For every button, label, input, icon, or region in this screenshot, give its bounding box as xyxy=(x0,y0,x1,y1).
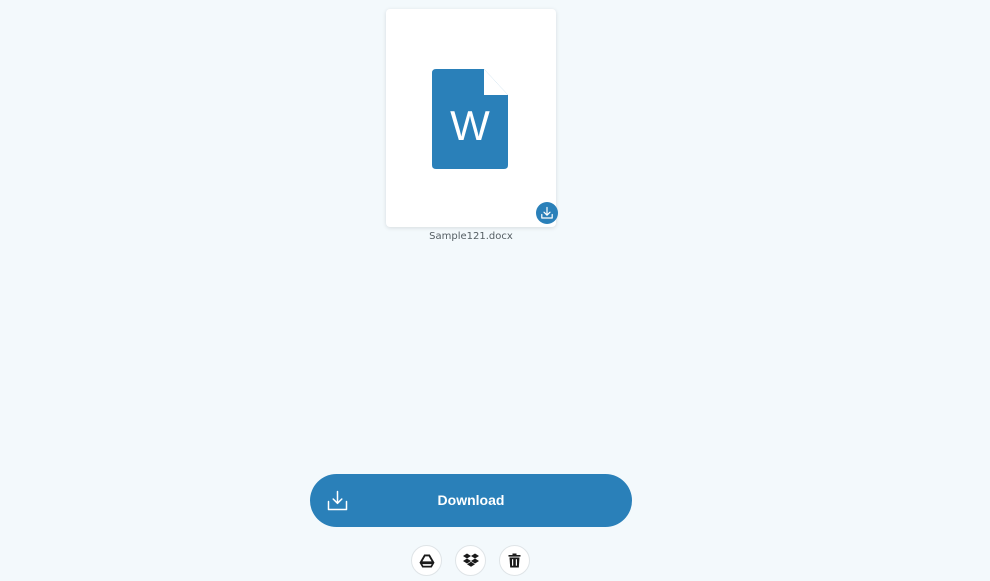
google-drive-icon xyxy=(419,554,434,567)
trash-icon xyxy=(508,553,521,568)
dropbox-icon xyxy=(462,553,479,567)
svg-text:W: W xyxy=(450,102,490,149)
download-icon xyxy=(541,206,553,219)
delete-file-button[interactable] xyxy=(499,545,530,576)
card-download-button[interactable] xyxy=(536,202,558,224)
download-button[interactable]: Download xyxy=(310,474,632,527)
file-name: Sample121.docx xyxy=(429,231,513,242)
file-preview-card[interactable]: W xyxy=(386,9,558,227)
save-to-dropbox-button[interactable] xyxy=(455,545,486,576)
save-to-google-drive-button[interactable] xyxy=(411,545,442,576)
word-document-icon: W xyxy=(432,69,508,169)
download-button-label: Download xyxy=(437,492,505,508)
